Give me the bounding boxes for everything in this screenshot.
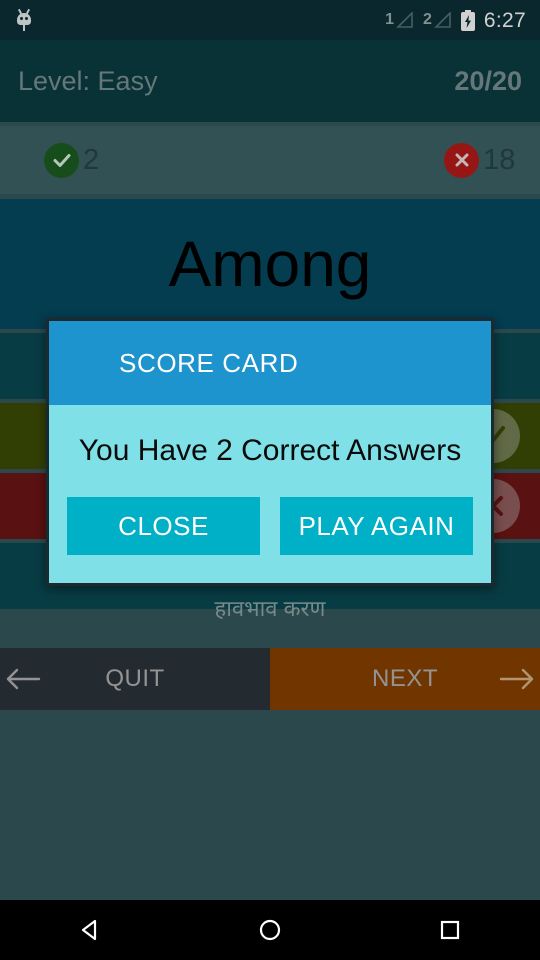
score-card-dialog: SCORE CARD You Have 2 Correct Answers CL… [46, 318, 494, 586]
app-screen: 1 2 6:27 Level: Easy 20/20 2 18 Among हा… [0, 0, 540, 960]
close-button[interactable]: CLOSE [67, 497, 260, 555]
back-triangle-icon[interactable] [60, 917, 120, 943]
play-again-button[interactable]: PLAY AGAIN [280, 497, 473, 555]
dialog-message: You Have 2 Correct Answers [78, 434, 462, 467]
home-circle-icon[interactable] [240, 917, 300, 943]
recents-square-icon[interactable] [420, 917, 480, 943]
dialog-title: SCORE CARD [49, 321, 491, 405]
dialog-actions: CLOSE PLAY AGAIN [49, 497, 491, 583]
system-navigation-bar [0, 900, 540, 960]
